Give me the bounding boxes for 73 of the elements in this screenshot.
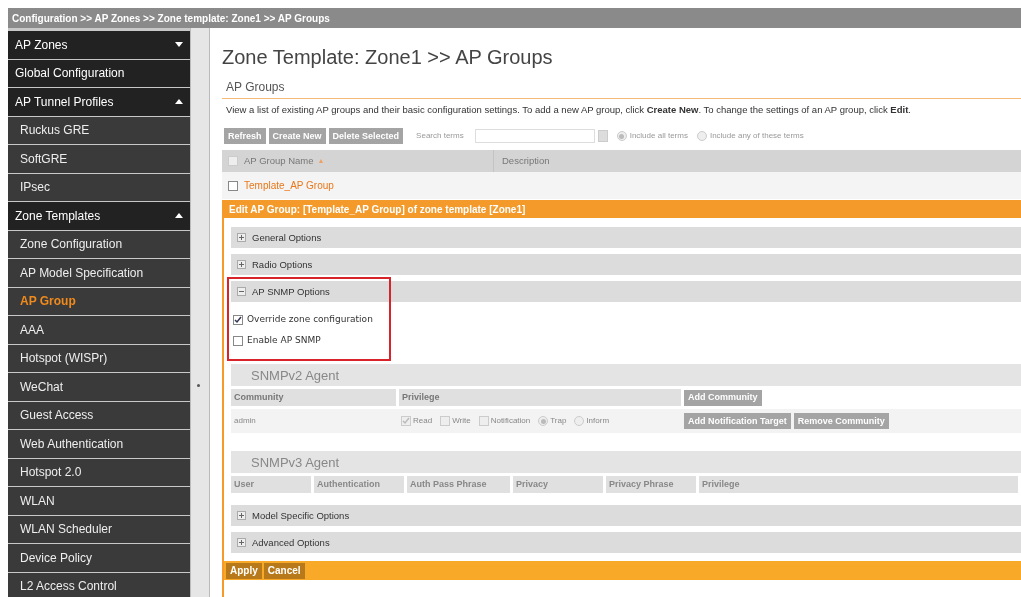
option-label: Write bbox=[452, 415, 471, 428]
column-header: Privilege bbox=[399, 389, 681, 407]
sidebar-item[interactable]: WeChat bbox=[8, 373, 190, 401]
expand-icon[interactable] bbox=[237, 538, 246, 548]
agent-title: SNMPv3 Agent bbox=[231, 451, 1021, 474]
column-header: Authentication bbox=[314, 476, 404, 494]
option-label: Inform bbox=[586, 415, 610, 428]
sidebar-item[interactable]: Hotspot 2.0 bbox=[8, 458, 190, 486]
checkbox[interactable] bbox=[228, 180, 238, 191]
column-header: Community bbox=[231, 389, 396, 407]
sidebar-item[interactable]: AP Tunnel Profiles bbox=[8, 88, 190, 116]
expand-arrow-icon[interactable] bbox=[175, 42, 183, 48]
select-all-checkbox[interactable] bbox=[228, 156, 238, 167]
options-section-header[interactable]: General Options bbox=[231, 227, 1021, 249]
expand-icon[interactable] bbox=[237, 233, 246, 243]
sidebar-item[interactable]: Device Policy bbox=[8, 544, 190, 572]
column-header: User bbox=[231, 476, 311, 494]
column-header: Privacy Phrase bbox=[606, 476, 696, 494]
sidebar-item[interactable]: AP Zones bbox=[8, 31, 190, 59]
options-section-header[interactable]: Radio Options bbox=[231, 254, 1021, 276]
sidebar-item[interactable]: IPsec bbox=[8, 173, 190, 201]
collapse-arrow-icon[interactable] bbox=[175, 213, 183, 219]
radio-label: Include any of these terms bbox=[709, 130, 804, 143]
checkbox-label: Override zone configuration bbox=[247, 312, 373, 326]
search-field[interactable] bbox=[474, 129, 595, 144]
collapse-arrow-icon[interactable] bbox=[175, 99, 183, 105]
sidebar-item[interactable]: AP Model Specification bbox=[8, 259, 190, 287]
search-label: Search terms bbox=[416, 130, 464, 143]
sidebar-item[interactable]: AP Group bbox=[8, 287, 190, 315]
checkbox[interactable] bbox=[478, 416, 489, 427]
options-section-header[interactable]: Model Specific Options bbox=[231, 505, 1021, 527]
description: View a list of existing AP groups and their basic configuration settings. To add a new AP group, click Create New. To change the settings of an AP group, click Edit. bbox=[225, 103, 912, 117]
sidebar-item[interactable]: Guest Access bbox=[8, 401, 190, 429]
column-header: Privilege bbox=[699, 476, 1018, 494]
sidebar-item[interactable]: Web Authentication bbox=[8, 430, 190, 458]
option-label: Notification bbox=[490, 415, 531, 428]
radio-button[interactable] bbox=[538, 416, 549, 427]
sidebar-item[interactable]: Zone Configuration bbox=[8, 230, 190, 258]
sidebar-item[interactable]: WLAN bbox=[8, 487, 190, 515]
sidebar-item[interactable]: L2 Access Control bbox=[8, 572, 190, 597]
option-label: Trap bbox=[550, 415, 567, 428]
sidebar-item[interactable]: SoftGRE bbox=[8, 145, 190, 173]
checkbox-label: Enable AP SNMP bbox=[247, 334, 321, 348]
footer-button[interactable]: Apply bbox=[226, 562, 262, 579]
checkbox[interactable] bbox=[440, 416, 451, 427]
sidebar-item[interactable]: AAA bbox=[8, 316, 190, 344]
collapse-icon[interactable] bbox=[237, 287, 246, 297]
footer-button[interactable]: Cancel bbox=[263, 562, 305, 579]
column-header: Auth Pass Phrase bbox=[407, 476, 510, 494]
radio-label: Include all terms bbox=[629, 130, 688, 143]
edit-panel-title: Edit AP Group: [Template_AP Group] of zone template [Zone1] bbox=[224, 200, 1021, 219]
sidebar-item[interactable]: Global Configuration bbox=[8, 59, 190, 87]
community-cell-text: admin bbox=[233, 415, 257, 428]
expand-icon[interactable] bbox=[237, 260, 246, 270]
sidebar-item[interactable]: Zone Templates bbox=[8, 202, 190, 230]
radio-button[interactable] bbox=[616, 131, 627, 142]
checkbox[interactable] bbox=[233, 336, 243, 346]
agent-title: SNMPv2 Agent bbox=[231, 364, 1021, 387]
sidebar-item[interactable]: Hotspot (WISPr) bbox=[8, 344, 190, 372]
checkbox[interactable] bbox=[233, 314, 243, 325]
checkbox[interactable] bbox=[401, 416, 411, 427]
breadcrumb: Configuration >> AP Zones >> Zone template: Zone1 >> AP Groups bbox=[8, 8, 1021, 28]
sidebar-item[interactable]: WLAN Scheduler bbox=[8, 515, 190, 543]
page-title: Zone Template: Zone1 >> AP Groups bbox=[222, 45, 554, 70]
radio-button[interactable] bbox=[696, 131, 707, 142]
radio-button[interactable] bbox=[574, 416, 585, 427]
sidebar-item[interactable]: Ruckus GRE bbox=[8, 116, 190, 144]
section-title: AP Groups bbox=[222, 78, 1021, 99]
expand-icon[interactable] bbox=[237, 511, 246, 521]
options-section-header[interactable]: Advanced Options bbox=[231, 532, 1021, 554]
option-label: Read bbox=[413, 415, 433, 428]
column-header: Privacy bbox=[513, 476, 603, 494]
options-section-header[interactable]: AP SNMP Options bbox=[231, 281, 1021, 303]
